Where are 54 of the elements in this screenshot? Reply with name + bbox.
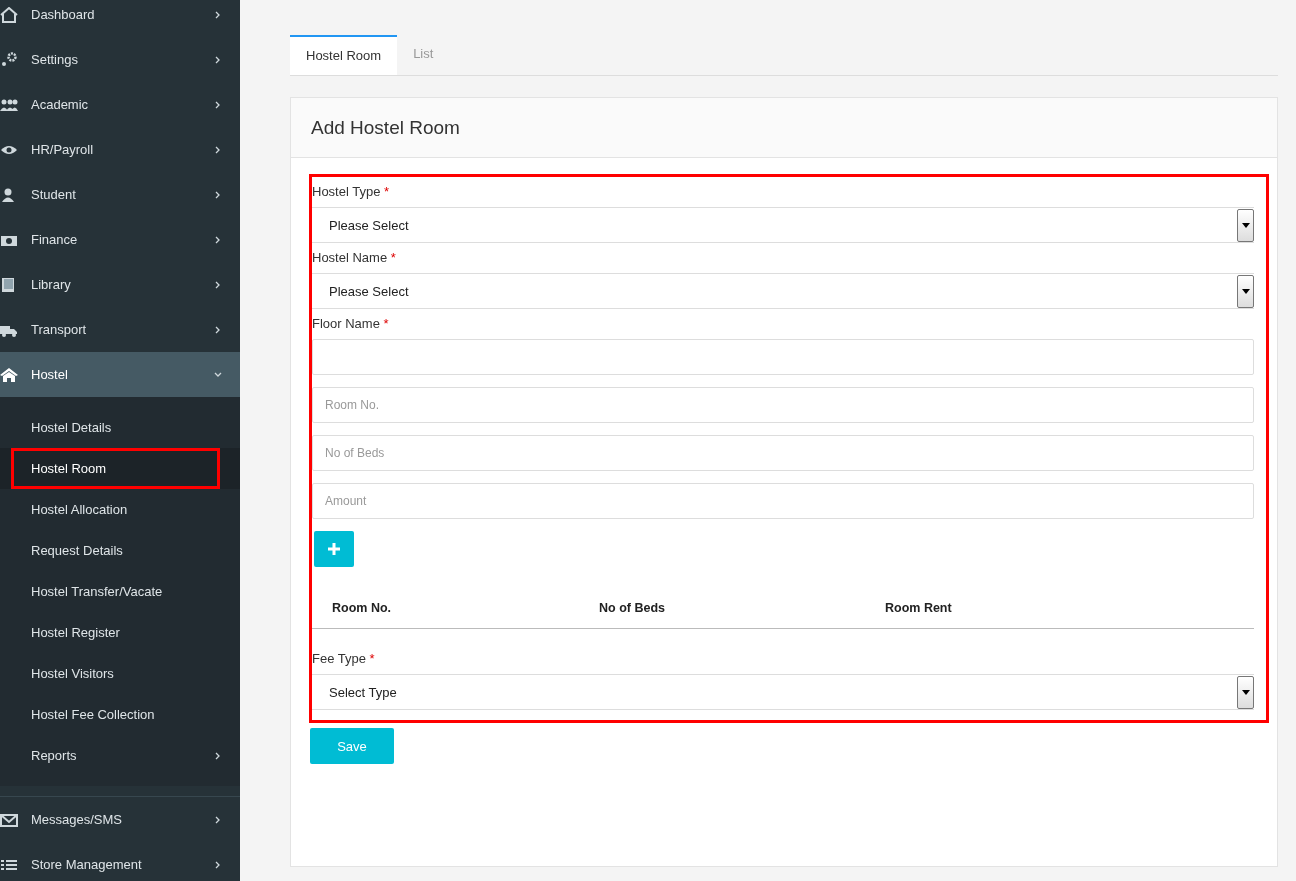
- chevron-down-icon: [214, 370, 222, 379]
- input-field[interactable]: Room No.: [312, 387, 1254, 423]
- submenu-item[interactable]: Hostel Details: [0, 407, 240, 448]
- sidebar-item[interactable]: Finance: [0, 217, 240, 262]
- sidebar-item[interactable]: Messages/SMS: [0, 797, 240, 842]
- submenu-item[interactable]: Reports: [0, 735, 240, 776]
- house-icon: [0, 366, 18, 383]
- column-header: Room Rent: [885, 601, 953, 615]
- sidebar-item[interactable]: Transport: [0, 307, 240, 352]
- field-label: Hostel Type *: [312, 183, 391, 201]
- sidebar-item[interactable]: Library: [0, 262, 240, 307]
- chevron-right-icon: [214, 860, 222, 869]
- select-field[interactable]: Select Type: [312, 674, 1254, 710]
- submenu-item[interactable]: Hostel Fee Collection: [0, 694, 240, 735]
- submenu-item[interactable]: Request Details: [0, 530, 240, 571]
- submenu-item[interactable]: Hostel Allocation: [0, 489, 240, 530]
- select-field[interactable]: Please Select: [312, 273, 1254, 309]
- submenu-item[interactable]: Hostel Transfer/Vacate: [0, 571, 240, 612]
- chevron-right-icon: [214, 280, 222, 289]
- sidebar-item[interactable]: Store Management: [0, 842, 240, 881]
- tab[interactable]: Hostel Room: [290, 35, 398, 75]
- sidebar-item[interactable]: HR/Payroll: [0, 127, 240, 172]
- field-label: Fee Type *: [312, 650, 376, 668]
- sidebar-item[interactable]: Hostel: [0, 352, 240, 397]
- chevron-right-icon: [214, 751, 222, 760]
- sidebar-item[interactable]: Academic: [0, 82, 240, 127]
- chevron-right-icon: [214, 55, 222, 64]
- input-field[interactable]: [312, 339, 1254, 375]
- sidebar-item[interactable]: Settings: [0, 37, 240, 82]
- column-header: Room No.: [332, 601, 393, 615]
- submenu-item[interactable]: Hostel Visitors: [0, 653, 240, 694]
- chevron-right-icon: [214, 100, 222, 109]
- chevron-right-icon: [214, 190, 222, 199]
- submenu-item[interactable]: Hostel Register: [0, 612, 240, 653]
- select-field[interactable]: Please Select: [312, 207, 1254, 243]
- field-label: Hostel Name *: [312, 249, 397, 267]
- panel-title: Add Hostel Room: [311, 116, 460, 139]
- gears-icon: [0, 51, 18, 68]
- input-field[interactable]: Amount: [312, 483, 1254, 519]
- chevron-right-icon: [214, 325, 222, 334]
- add-button[interactable]: [314, 531, 354, 567]
- house-icon: [0, 6, 18, 23]
- plus-icon: [327, 542, 341, 556]
- field-label: Floor Name *: [312, 315, 390, 333]
- chevron-right-icon: [214, 145, 222, 154]
- chevron-right-icon: [214, 10, 222, 19]
- sidebar-item[interactable]: Student: [0, 172, 240, 217]
- input-field[interactable]: No of Beds: [312, 435, 1254, 471]
- chevron-right-icon: [214, 815, 222, 824]
- envelope-icon: [0, 811, 18, 828]
- chevron-right-icon: [214, 235, 222, 244]
- sidebar-item[interactable]: Dashboard: [0, 0, 240, 37]
- column-header: No of Beds: [599, 601, 666, 615]
- submenu-item[interactable]: Hostel Room: [0, 448, 240, 489]
